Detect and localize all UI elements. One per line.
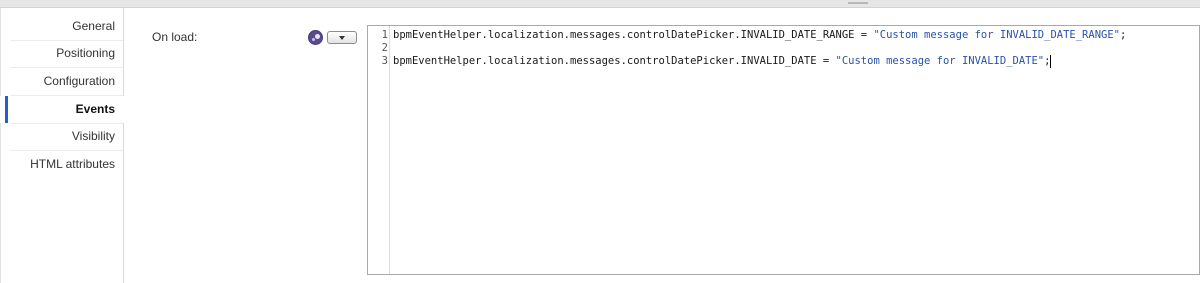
line-number: 3 (381, 55, 388, 67)
line-number-gutter: 1 2 3 (368, 26, 390, 274)
string-literal: "Custom message for INVALID_DATE_RANGE" (873, 29, 1120, 41)
properties-sidebar: General Positioning Configuration Events… (0, 8, 124, 283)
tab-configuration[interactable]: Configuration (0, 68, 124, 95)
tab-visibility[interactable]: Visibility (0, 123, 124, 150)
tab-html-attributes[interactable]: HTML attributes (0, 151, 124, 178)
window-top-bar (0, 0, 1200, 8)
code-editor[interactable]: 1 2 3 bpmEventHelper.localization.messag… (367, 25, 1200, 275)
line-number: 2 (381, 42, 388, 54)
tab-positioning[interactable]: Positioning (0, 40, 124, 67)
resize-grip[interactable] (848, 2, 868, 4)
on-load-label: On load: (152, 30, 198, 44)
chevron-down-icon (339, 36, 345, 40)
code-statement: bpmEventHelper.localization.messages.con… (393, 29, 874, 41)
palette-highlight (312, 38, 315, 41)
snippet-dropdown-button[interactable] (327, 31, 357, 44)
palette-icon[interactable] (308, 30, 323, 45)
code-statement: bpmEventHelper.localization.messages.con… (393, 55, 836, 67)
tab-events[interactable]: Events (0, 96, 124, 123)
string-literal: "Custom message for INVALID_DATE" (835, 55, 1045, 67)
code-line[interactable]: bpmEventHelper.localization.messages.con… (393, 55, 1052, 68)
code-line[interactable]: bpmEventHelper.localization.messages.con… (393, 29, 1126, 42)
tab-general[interactable]: General (0, 13, 124, 40)
statement-terminator: ; (1119, 29, 1127, 41)
line-number: 1 (381, 29, 388, 41)
text-cursor (1050, 55, 1052, 68)
palette-highlight (315, 34, 320, 39)
